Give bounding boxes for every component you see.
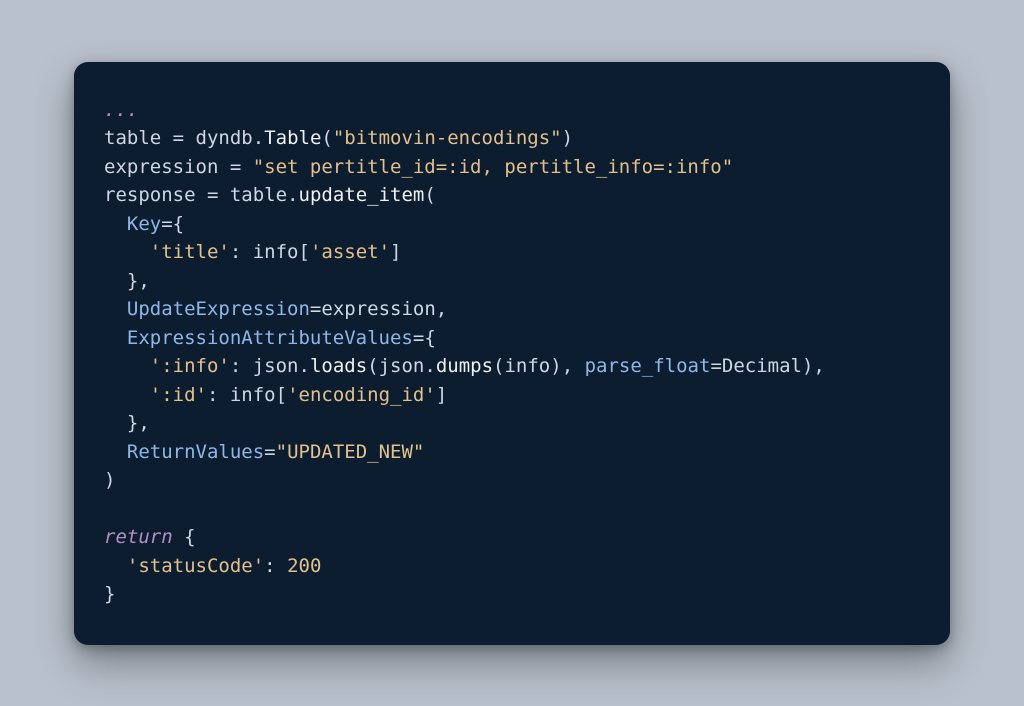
tok-dyndb: dyndb [196,127,253,149]
tok: = [710,355,721,377]
tok: ] [436,384,447,406]
tok-Table: Table [264,127,321,149]
tok: . [253,127,264,149]
tok-json: json [253,355,299,377]
stage: ... table = dyndb.Table("bitmovin-encodi… [0,0,1024,706]
tok: = [264,441,275,463]
tok: = [161,127,195,149]
tok: . [299,355,310,377]
tok-ReturnValues: ReturnValues [127,441,264,463]
tok: }, [127,412,150,434]
tok-EAV: ExpressionAttributeValues [127,327,413,349]
tok-info: info [230,384,276,406]
tok: : [230,355,253,377]
tok-expression: expression [321,298,435,320]
tok-parse-float: parse_float [585,355,711,377]
code-card: ... table = dyndb.Table("bitmovin-encodi… [74,62,950,645]
tok: ( [367,355,378,377]
tok-str: "bitmovin-encodings" [333,127,562,149]
tok: ) [562,127,573,149]
tok-info-k: ':info' [150,355,230,377]
tok-UpdateExpression: UpdateExpression [127,298,310,320]
tok-200: 200 [287,555,321,577]
tok: , [436,298,447,320]
tok-Decimal: Decimal [722,355,802,377]
tok-asset: 'asset' [310,241,390,263]
tok: , [562,355,585,377]
tok: ) [104,469,115,491]
tok-table: table [104,127,161,149]
tok-Key: Key [127,213,161,235]
tok-updated-new: "UPDATED_NEW" [276,441,425,463]
tok: ={ [161,213,184,235]
tok-encoding-id: 'encoding_id' [287,384,436,406]
tok: . [424,355,435,377]
tok: = [196,184,230,206]
tok-table: table [230,184,287,206]
tok-info: info [253,241,299,263]
tok: [ [299,241,310,263]
tok-update-item: update_item [299,184,425,206]
tok-title-k: 'title' [150,241,230,263]
tok: = [310,298,321,320]
tok: = [218,156,252,178]
tok [173,526,184,548]
tok: ( [424,184,435,206]
tok: , [813,355,824,377]
tok: ={ [413,327,436,349]
tok-id-k: ':id' [150,384,207,406]
tok: ) [802,355,813,377]
tok: : [230,241,253,263]
ellipsis: ... [104,99,138,121]
tok: . [287,184,298,206]
tok: : [264,555,287,577]
tok-json: json [379,355,425,377]
tok: ( [493,355,504,377]
tok: ) [550,355,561,377]
tok: ( [321,127,332,149]
tok: ] [390,241,401,263]
code-block: ... table = dyndb.Table("bitmovin-encodi… [104,96,920,609]
tok-expression: expression [104,156,218,178]
tok: { [184,526,195,548]
tok-info: info [504,355,550,377]
tok: : [207,384,230,406]
tok-loads: loads [310,355,367,377]
tok-str: "set pertitle_id=:id, pertitle_info=:inf… [253,156,733,178]
tok-statusCode-k: 'statusCode' [127,555,264,577]
tok-dumps: dumps [436,355,493,377]
tok: }, [127,270,150,292]
tok: [ [276,384,287,406]
tok: } [104,583,115,605]
tok-return: return [104,526,173,548]
tok-response: response [104,184,196,206]
